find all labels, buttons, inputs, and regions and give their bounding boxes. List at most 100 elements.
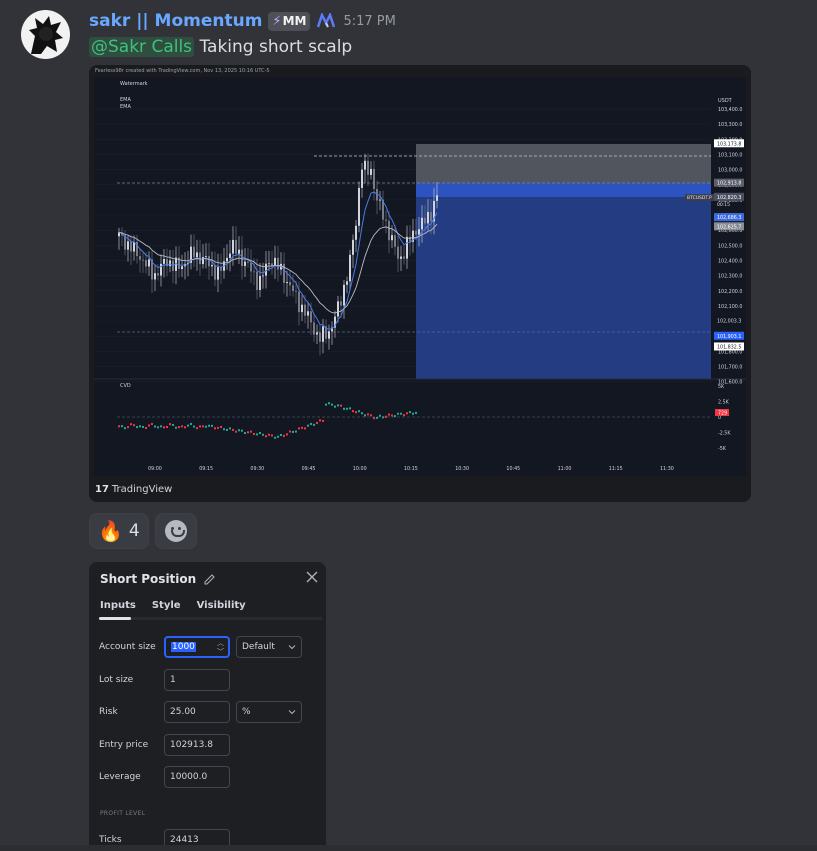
candle-body: [292, 285, 294, 292]
dialog-header: Short Position: [100, 570, 216, 588]
cvd-bar: [229, 427, 231, 430]
time-tick-label: 10:45: [506, 466, 520, 472]
cvd-bar: [118, 425, 120, 428]
chevron-down-icon: [288, 710, 296, 715]
short-position-dialog: Short Position Inputs Style Visibility A…: [89, 562, 326, 851]
mi-logo-icon: [317, 13, 336, 28]
time-tick-label: 10:15: [404, 466, 418, 472]
candle-body: [247, 261, 249, 263]
cvd-bar: [151, 422, 153, 425]
account-size-input[interactable]: 1000 ︿ ﹀: [164, 636, 230, 658]
candle-body: [193, 246, 195, 258]
tab-visibility[interactable]: Visibility: [197, 600, 246, 611]
add-reaction-button[interactable]: [154, 513, 197, 549]
risk-unit-select[interactable]: %: [236, 701, 302, 723]
price-tick-label: 103,400.0: [718, 107, 742, 113]
cvd-value-tag: 729: [718, 411, 727, 417]
cvd-bar: [256, 433, 258, 436]
candle-body: [430, 211, 432, 222]
candle-body: [301, 304, 303, 313]
tab-inputs[interactable]: Inputs: [100, 600, 136, 611]
cvd-bar: [130, 423, 132, 426]
username[interactable]: sakr || Momentum: [89, 11, 262, 31]
candle-body: [238, 249, 240, 254]
cvd-bar: [301, 426, 303, 429]
account-size-label: Account size: [99, 642, 156, 652]
price-tick-label: 102,500.0: [718, 243, 742, 249]
candle-body: [214, 264, 216, 280]
candle-body: [205, 256, 207, 258]
candle-body: [316, 332, 318, 335]
cvd-bar: [265, 435, 267, 438]
candle-body: [277, 257, 279, 270]
cvd-bar: [199, 425, 201, 428]
reaction-count: 4: [128, 521, 140, 541]
account-mode-select[interactable]: Default: [236, 636, 302, 658]
candle-body: [319, 332, 321, 342]
cvd-bar: [412, 412, 414, 415]
cvd-bar: [358, 410, 360, 413]
entry-price-tag: 102,913.8: [717, 181, 741, 187]
cvd-bar: [316, 422, 318, 425]
tab-style[interactable]: Style: [152, 600, 181, 611]
cvd-bar: [121, 425, 123, 428]
current-price-tag: 102,820.3: [717, 195, 741, 201]
candle-body: [358, 187, 360, 226]
cvd-bar: [340, 404, 342, 407]
stop-price-tag: 103,173.8: [717, 141, 741, 147]
time-tick-label: 09:00: [148, 466, 162, 472]
tradingview-logo-icon: 𝟭𝟳: [95, 484, 109, 495]
tab-indicator: [99, 617, 323, 620]
server-tag-text: MM: [282, 14, 307, 28]
cvd-bar: [352, 410, 354, 413]
candle-body: [385, 219, 387, 221]
candle-body: [328, 331, 330, 339]
cvd-bar: [232, 428, 234, 431]
cvd-bar: [337, 404, 339, 407]
cvd-bar: [361, 412, 363, 415]
price-tick-label: 103,100.0: [718, 152, 742, 158]
cvd-bar: [385, 415, 387, 418]
time-tick-label: 11:15: [609, 466, 623, 472]
cvd-bar: [310, 422, 312, 425]
cvd-bar: [343, 407, 345, 410]
candle-body: [265, 263, 267, 276]
fire-reaction[interactable]: 🔥 4: [89, 513, 149, 549]
cvd-bar: [133, 424, 135, 427]
cvd-bar: [241, 429, 243, 432]
candle-body: [142, 259, 144, 261]
cvd-bar: [304, 427, 306, 430]
dialog-title: Short Position: [100, 572, 197, 586]
entry-price-input[interactable]: 102913.8: [164, 734, 230, 756]
user-avatar[interactable]: [21, 10, 70, 59]
cvd-bar: [190, 422, 192, 425]
horizontal-scrollbar[interactable]: [0, 845, 817, 851]
level-price-tag: 102,003.3: [717, 319, 741, 325]
candle-body: [409, 236, 411, 242]
chart-image-attachment[interactable]: 103,400.0103,300.0103,200.0103,100.0103,…: [89, 65, 751, 502]
pencil-icon[interactable]: [203, 573, 216, 586]
leverage-input[interactable]: 10000.0: [164, 766, 230, 788]
time-tick-label: 09:30: [250, 466, 264, 472]
cvd-bar: [307, 424, 309, 427]
candle-body: [418, 229, 420, 235]
cvd-bar: [202, 425, 204, 428]
lot-size-input[interactable]: 1: [164, 669, 230, 691]
close-icon[interactable]: [306, 571, 318, 583]
time-tick-label: 10:30: [455, 466, 469, 472]
message-content: @Sakr Calls Taking short scalp: [89, 37, 352, 57]
server-tag-badge[interactable]: ⚡ MM: [268, 11, 311, 31]
cvd-bar: [163, 426, 165, 429]
cvd-bar: [415, 411, 417, 414]
cvd-label: CVD: [120, 383, 131, 389]
risk-input[interactable]: 25.00: [164, 701, 230, 723]
candle-body: [274, 257, 276, 266]
target-price-tag: 101,903.1: [717, 334, 741, 340]
account-size-stepper[interactable]: ︿ ﹀: [217, 639, 224, 657]
role-mention[interactable]: @Sakr Calls: [89, 37, 195, 57]
cvd-bar: [331, 403, 333, 406]
ema-label-2: EMA: [120, 104, 131, 110]
currency-label: USDT: [718, 98, 733, 104]
trading-chart: 103,400.0103,300.0103,200.0103,100.0103,…: [94, 77, 746, 476]
price-tick-label: 103,300.0: [718, 122, 742, 128]
